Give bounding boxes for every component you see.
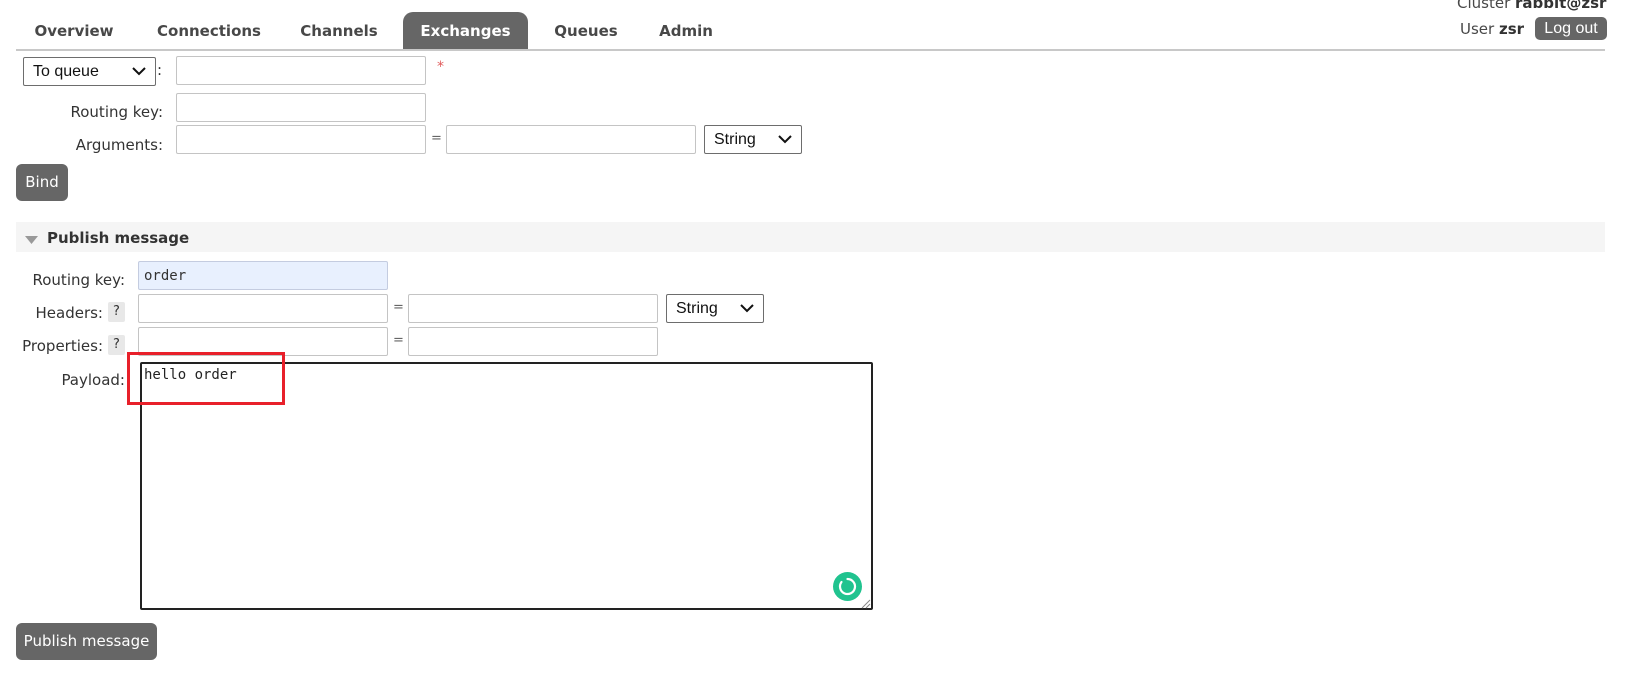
payload-textarea[interactable]: hello order	[140, 362, 873, 610]
cluster-label: Cluster	[1457, 0, 1511, 12]
argument-value-input[interactable]	[446, 125, 696, 154]
argument-equals: =	[431, 131, 442, 146]
loading-spinner-icon[interactable]	[833, 572, 862, 601]
arguments-label: Arguments:	[75, 136, 163, 154]
cluster-info: Cluster rabbit@zsr	[1457, 0, 1606, 12]
required-mark: *	[437, 59, 444, 75]
headers-label: Headers:	[35, 304, 104, 322]
spinner-arc-icon	[838, 577, 857, 596]
property-key-input[interactable]	[138, 327, 388, 356]
argument-type-select[interactable]: String	[704, 125, 802, 154]
cluster-name: rabbit@zsr	[1515, 0, 1607, 12]
tab-admin[interactable]: Admin	[644, 12, 728, 49]
user-name: zsr	[1498, 20, 1525, 38]
tab-connections[interactable]: Connections	[143, 12, 275, 49]
header-key-input[interactable]	[138, 294, 388, 323]
argument-key-input[interactable]	[176, 125, 426, 154]
destination-type-select[interactable]: To queue	[23, 57, 156, 86]
bind-routing-key-input[interactable]	[176, 93, 426, 122]
tab-exchanges[interactable]: Exchanges	[403, 12, 528, 49]
publish-routing-key-input[interactable]	[138, 261, 388, 290]
nav-divider	[16, 49, 1605, 51]
chevron-down-icon	[132, 67, 146, 76]
resize-handle-icon[interactable]	[860, 598, 871, 609]
property-value-input[interactable]	[408, 327, 658, 356]
destination-colon: :	[157, 61, 163, 79]
header-equals: =	[393, 300, 404, 315]
property-equals: =	[393, 333, 404, 348]
publish-section-header[interactable]	[16, 222, 1605, 252]
header-value-input[interactable]	[408, 294, 658, 323]
logout-button[interactable]: Log out	[1535, 17, 1607, 40]
tab-overview[interactable]: Overview	[18, 12, 130, 49]
payload-label: Payload:	[61, 371, 125, 389]
publish-routing-key-label: Routing key:	[32, 271, 126, 289]
tab-channels[interactable]: Channels	[285, 12, 393, 49]
destination-type-value: To queue	[33, 63, 99, 80]
chevron-down-icon	[740, 304, 754, 313]
argument-type-value: String	[714, 131, 756, 148]
bind-button[interactable]: Bind	[16, 164, 68, 201]
headers-help-icon[interactable]: ?	[108, 302, 125, 322]
header-type-select[interactable]: String	[666, 294, 764, 323]
user-label: User	[1460, 20, 1495, 38]
properties-help-icon[interactable]: ?	[108, 335, 125, 355]
tab-queues[interactable]: Queues	[539, 12, 633, 49]
chevron-down-icon	[778, 135, 792, 144]
properties-label: Properties:	[22, 337, 103, 355]
publish-section-title: Publish message	[47, 229, 190, 247]
header-type-value: String	[676, 300, 718, 317]
destination-input[interactable]	[176, 56, 426, 85]
bind-routing-key-label: Routing key:	[70, 103, 164, 121]
collapse-triangle-icon[interactable]	[25, 236, 38, 244]
user-info: User zsr	[1460, 20, 1524, 38]
publish-message-button[interactable]: Publish message	[16, 623, 157, 660]
